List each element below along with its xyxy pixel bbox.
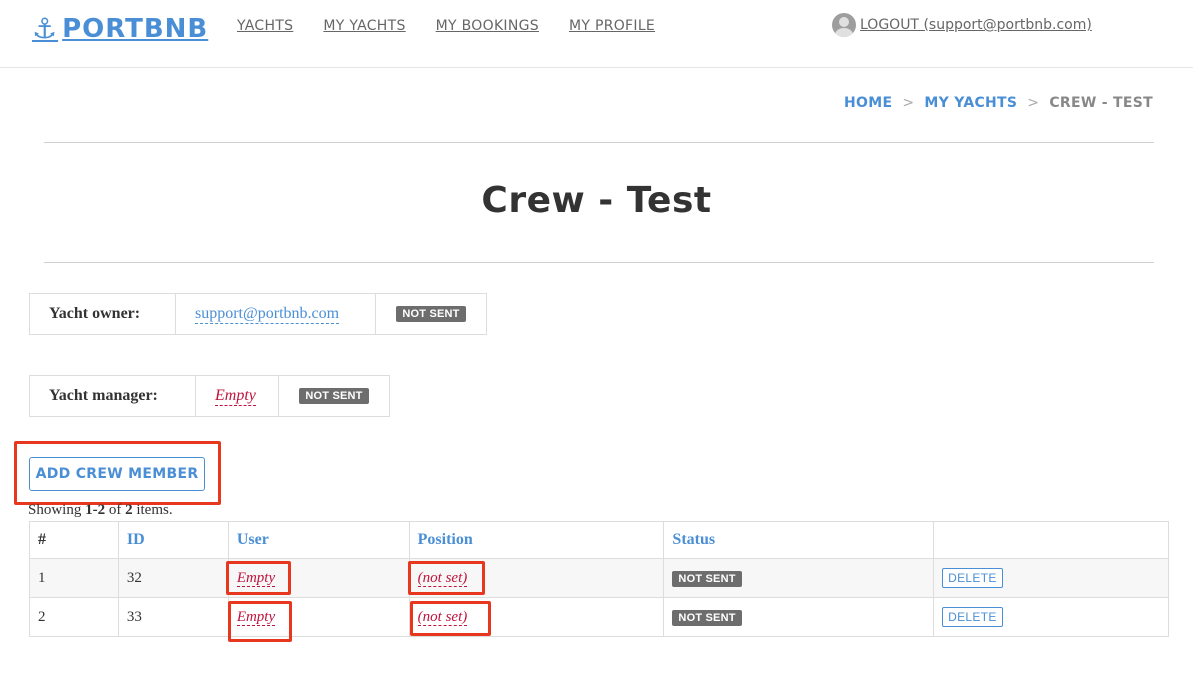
summary-range: 1-2 [85, 502, 106, 518]
yacht-owner-label: Yacht owner: [49, 305, 141, 322]
anchor-icon: ⚓ [32, 12, 59, 45]
column-header-user[interactable]: User [227, 521, 410, 559]
row-user-cell: Empty [227, 558, 410, 598]
row-position-editable[interactable]: (not set) [417, 608, 468, 626]
user-avatar-icon [832, 13, 856, 37]
status-badge: NOT SENT [299, 388, 369, 404]
row-position-cell: (not set) [408, 558, 665, 598]
table-header-row: # ID User Position Status [29, 521, 1169, 559]
yacht-owner-email-editable[interactable]: support@portbnb.com [195, 305, 340, 324]
yacht-owner-value-cell: support@portbnb.com [176, 294, 376, 334]
summary-total: 2 [125, 502, 133, 518]
nav-my-bookings[interactable]: MY BOOKINGS [436, 18, 539, 34]
page-title: Crew - Test [481, 180, 712, 221]
row-actions-cell: DELETE [933, 597, 1169, 637]
yacht-manager-value-cell: Empty [196, 376, 279, 416]
breadcrumb: HOME > MY YACHTS > CREW - TEST [844, 95, 1153, 111]
yacht-manager-label-cell: Yacht manager: [30, 376, 196, 416]
logo-text: PORTBNB [62, 13, 209, 44]
row-num: 2 [29, 597, 119, 637]
column-header-status[interactable]: Status [663, 521, 935, 559]
summary-middle: of [105, 502, 126, 518]
status-badge: NOT SENT [396, 306, 466, 322]
delete-button[interactable]: DELETE [942, 607, 1003, 627]
row-status-cell: NOT SENT [663, 558, 935, 598]
yacht-owner-label-cell: Yacht owner: [30, 294, 176, 334]
logout-link[interactable]: LOGOUT (support@portbnb.com) [832, 13, 1092, 37]
column-header-num: # [29, 521, 119, 559]
row-id: 32 [117, 558, 229, 598]
nav-my-profile[interactable]: MY PROFILE [569, 18, 655, 34]
row-user-cell: Empty [227, 597, 410, 637]
portbnb-logo-link[interactable]: ⚓ PORTBNB [32, 12, 208, 45]
column-header-position[interactable]: Position [408, 521, 665, 559]
yacht-manager-label: Yacht manager: [49, 387, 158, 404]
table-row: 2 33 Empty (not set) NOT SENT DELETE [29, 597, 1169, 637]
column-header-id[interactable]: ID [117, 521, 229, 559]
column-header-actions [933, 521, 1169, 559]
breadcrumb-current: CREW - TEST [1049, 95, 1153, 111]
row-position-editable[interactable]: (not set) [417, 569, 468, 587]
yacht-owner-box: Yacht owner: support@portbnb.com NOT SEN… [29, 293, 487, 335]
logout-label: LOGOUT (support@portbnb.com) [860, 17, 1092, 33]
summary-prefix: Showing [28, 502, 86, 518]
row-num: 1 [29, 558, 119, 598]
yacht-manager-empty-editable[interactable]: Empty [215, 387, 256, 406]
crew-table: # ID User Position Status 1 32 Empty (no… [29, 521, 1169, 637]
breadcrumb-separator: > [902, 95, 915, 111]
summary-suffix: items. [132, 502, 173, 518]
delete-button[interactable]: DELETE [942, 568, 1003, 588]
divider-top [44, 142, 1154, 143]
row-user-editable[interactable]: Empty [236, 569, 276, 587]
row-user-editable[interactable]: Empty [236, 608, 276, 626]
breadcrumb-my-yachts[interactable]: MY YACHTS [924, 95, 1017, 111]
breadcrumb-home[interactable]: HOME [844, 95, 892, 111]
row-position-cell: (not set) [408, 597, 665, 637]
yacht-manager-box: Yacht manager: Empty NOT SENT [29, 375, 390, 417]
yacht-manager-status-cell: NOT SENT [279, 376, 389, 416]
nav-yachts[interactable]: YACHTS [237, 18, 293, 34]
yacht-owner-status-cell: NOT SENT [376, 294, 486, 334]
divider-bottom [44, 262, 1154, 263]
breadcrumb-separator: > [1027, 95, 1040, 111]
add-crew-member-button[interactable]: ADD CREW MEMBER [29, 457, 205, 491]
status-badge: NOT SENT [672, 609, 742, 626]
status-badge: NOT SENT [672, 570, 742, 587]
top-header: ⚓ PORTBNB YACHTS MY YACHTS MY BOOKINGS M… [0, 0, 1193, 68]
row-status-cell: NOT SENT [663, 597, 935, 637]
table-row: 1 32 Empty (not set) NOT SENT DELETE [29, 558, 1169, 598]
nav-my-yachts[interactable]: MY YACHTS [323, 18, 405, 34]
row-actions-cell: DELETE [933, 558, 1169, 598]
main-nav: YACHTS MY YACHTS MY BOOKINGS MY PROFILE [237, 18, 685, 34]
row-id: 33 [117, 597, 229, 637]
items-summary: Showing 1-2 of 2 items. [28, 502, 173, 519]
